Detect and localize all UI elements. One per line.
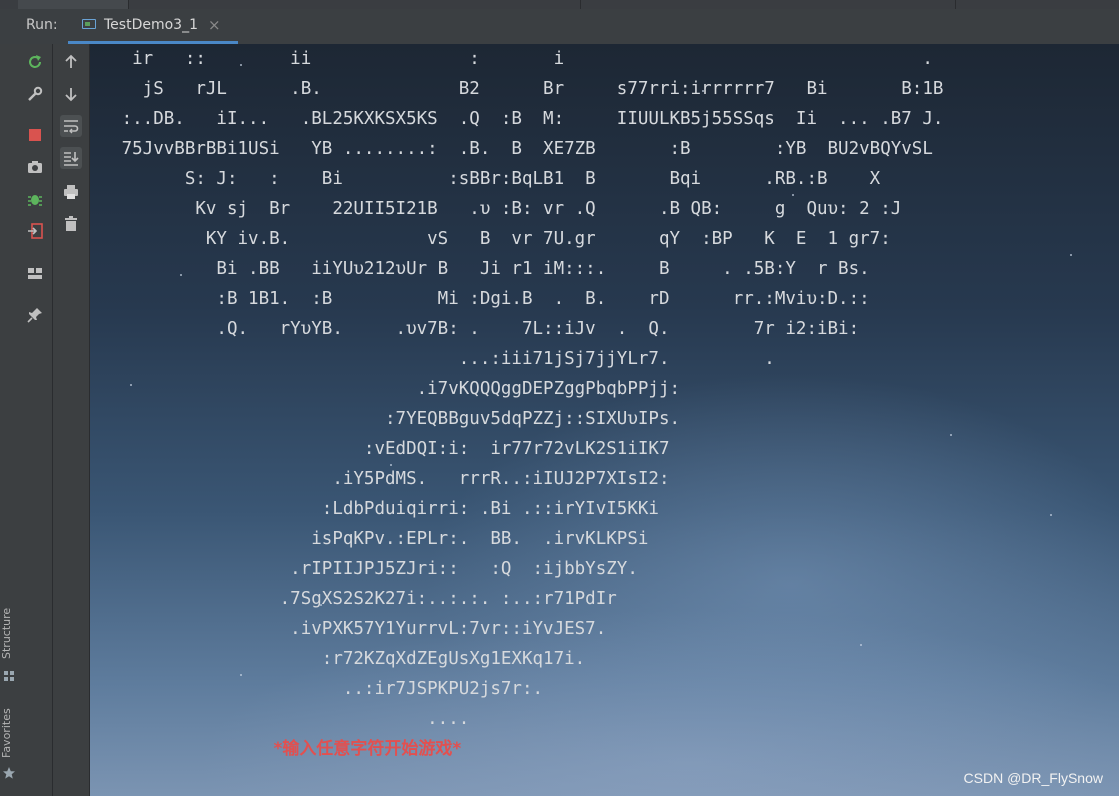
pin-icon — [27, 308, 42, 323]
run-label: Run: — [26, 17, 58, 33]
exit-button[interactable] — [24, 220, 46, 242]
edit-configuration-button[interactable] — [24, 83, 46, 105]
console-line: Kv sj Br 22UII5I21B .υ :B: vr .Q .B QB: … — [90, 199, 902, 219]
trash-icon — [65, 216, 77, 231]
rerun-button[interactable] — [24, 51, 46, 73]
exit-icon — [28, 223, 43, 239]
stop-icon — [29, 129, 41, 141]
structure-icon — [4, 671, 14, 681]
console-line: .iY5PdMS. rrrR..:iIUJ2P7XIsI2: — [90, 469, 670, 489]
debug-bug-icon — [28, 195, 42, 206]
console-line: :7YEQBBguv5dqPZZj::SIXUυIPs. — [90, 409, 681, 429]
console-line: :B 1B1. :B Mi :Dgi.B . B. rD rr.:Mviυ:D.… — [90, 289, 870, 309]
run-tool-window-header: Run: TestDemo3_1 × — [0, 9, 1119, 45]
close-icon[interactable]: × — [208, 16, 221, 34]
camera-icon — [28, 161, 42, 173]
run-toolbar-primary — [18, 44, 53, 796]
console-line: .ivPXK57Y1YurrvL:7vr::iYvJES7. — [90, 619, 607, 639]
console-line: .... — [90, 709, 470, 729]
pin-tab-button[interactable] — [24, 304, 46, 326]
run-toolbar-secondary — [53, 44, 90, 796]
editor-tab-stub[interactable] — [18, 0, 129, 9]
start-game-prompt: *输入任意字符开始游戏* — [90, 739, 462, 759]
favorites-tool-button[interactable]: Favorites — [0, 704, 18, 762]
up-arrow-icon — [65, 54, 77, 68]
left-tool-strip: Structure Favorites — [0, 44, 19, 796]
dump-threads-button[interactable] — [24, 156, 46, 178]
console-line: :r72KZqXdZEgUsXg1EXKq17i. — [90, 649, 586, 669]
console-line: .Q. rYυYB. .υv7B: . 7L::iJv . Q. 7r i2:i… — [90, 319, 860, 339]
layout-icon — [28, 268, 42, 279]
down-arrow-icon — [65, 88, 77, 102]
scroll-to-end-button[interactable] — [60, 147, 82, 169]
restore-layout-button[interactable] — [24, 262, 46, 284]
console-tab-icon — [82, 19, 96, 31]
editor-tab-stub[interactable] — [580, 0, 956, 9]
soft-wrap-button[interactable] — [60, 115, 82, 137]
console-line: .rIPIIJPJ5ZJri:: :Q :ijbbYsZY. — [90, 559, 638, 579]
scroll-to-end-icon — [64, 152, 79, 166]
console-output[interactable]: ir :: ii : i . jS rJL .B. B2 Br s77rri:i… — [90, 44, 1119, 796]
console-line: 75JvvBBrBBi1USi YB ........: .B. B XE7ZB… — [90, 139, 933, 159]
print-button[interactable] — [60, 181, 82, 203]
console-line: ..:ir7JSPKPU2js7r:. — [90, 679, 544, 699]
print-icon — [64, 185, 78, 199]
stop-button[interactable] — [24, 124, 46, 146]
console-line: S: J: : Bi :sBBr:BqLB1 B Bqi .RB.:B X — [90, 169, 881, 189]
soft-wrap-icon — [64, 120, 79, 134]
csdn-watermark: CSDN @DR_FlySnow — [963, 770, 1103, 786]
console-line: :..DB. iI... .BL25KXKSX5KS .Q :B M: IIUU… — [90, 109, 944, 129]
console-line: .7SgXS2S2K27i:..:.:. :..:r71PdIr — [90, 589, 617, 609]
editor-tab-stub[interactable] — [340, 0, 581, 9]
console-line: :LdbPduiqirri: .Bi .::irYIvI5KKi — [90, 499, 659, 519]
structure-tool-button[interactable]: Structure — [0, 596, 18, 670]
console-line: Bi .BB iiYUυ212υUr B Ji r1 iM:::. B . .5… — [90, 259, 870, 279]
debug-button[interactable] — [24, 188, 46, 210]
up-button[interactable] — [60, 51, 82, 73]
wrench-icon — [28, 86, 43, 101]
down-button[interactable] — [60, 83, 82, 105]
console-line: .i7vKQQQggDEPZggPbqbPPjj: — [90, 379, 681, 399]
console-line: ir :: ii : i . — [90, 49, 933, 69]
tab-title: TestDemo3_1 — [104, 17, 198, 33]
console-line: isPqKPv.:EPLr:. BB. .irvKLKPSi — [90, 529, 649, 549]
console-line: KY iv.B. vS B vr 7U.gr qY :BP K E 1 gr7: — [90, 229, 891, 249]
console-line: jS rJL .B. B2 Br s77rri:irrrrrr7 Bi B:1B — [90, 79, 944, 99]
rerun-icon — [29, 55, 41, 68]
star-icon — [3, 767, 15, 779]
console-line: :vEdDQI:i: ir77r72vLK2S1iIK7 — [90, 439, 670, 459]
clear-all-button[interactable] — [60, 213, 82, 235]
console-line: ...:iii71jSj7jjYLr7. . — [90, 349, 775, 369]
tab-testdemo3-1[interactable]: TestDemo3_1 × — [68, 9, 238, 44]
